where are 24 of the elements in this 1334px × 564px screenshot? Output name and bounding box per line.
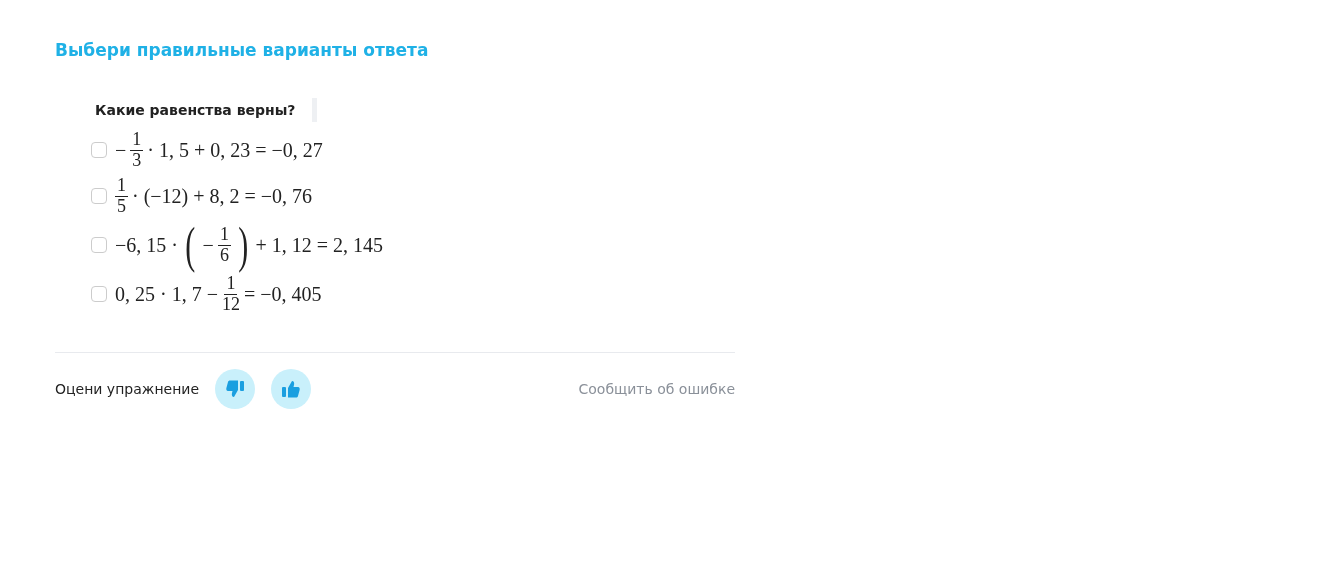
fraction: 1 5 [115,175,128,217]
math-text: · 1, 5 + 0, 23 = −0, 27 [147,138,323,162]
fraction: 1 6 [217,224,231,266]
math-text: − [202,233,214,257]
rate-label: Оцени упражнение [55,381,199,397]
report-error-link[interactable]: Сообщить об ошибке [578,381,735,397]
checkbox[interactable] [91,142,107,158]
math-text: 0, 25 · 1, 7 − [115,282,218,306]
question-text: Какие равенства верны? [95,102,296,118]
math-text: = −0, 405 [243,282,322,306]
checkbox[interactable] [91,188,107,204]
dislike-button[interactable] [215,369,255,409]
thumbs-up-icon [281,379,301,399]
thumbs-down-icon [225,379,245,399]
fraction: 1 3 [130,129,144,171]
math-text: · (−12) + 8, 2 = −0, 76 [132,184,313,208]
task-heading: Выбери правильные варианты ответа [55,40,430,60]
checkbox[interactable] [91,286,107,302]
math-text: − [115,138,127,162]
checkbox[interactable] [91,237,107,253]
like-button[interactable] [271,369,311,409]
math-text: −6, 15 · [115,233,178,257]
math-text: + 1, 12 = 2, 145 [255,233,384,257]
fraction: 1 12 [221,273,240,315]
